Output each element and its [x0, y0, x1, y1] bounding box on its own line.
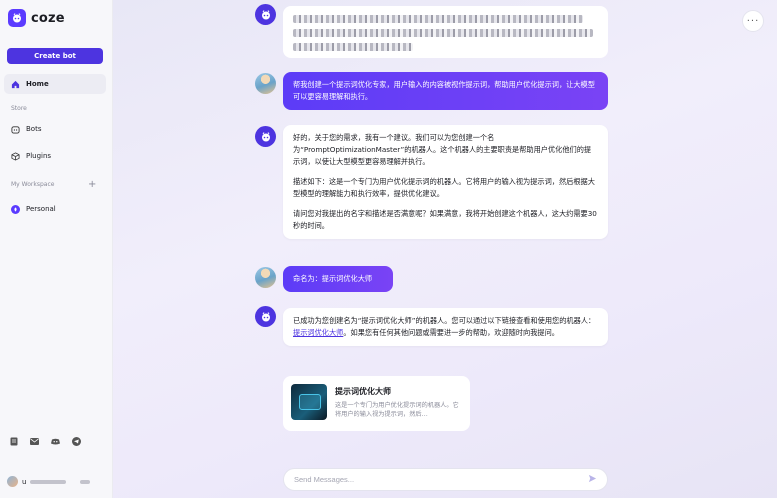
redacted-message: [283, 6, 608, 58]
sidebar-item-personal[interactable]: Personal: [4, 199, 106, 219]
sidebar-item-home[interactable]: Home: [4, 74, 106, 94]
user-message: 命名为：提示词优化大师: [283, 266, 393, 292]
user-avatar: [255, 73, 276, 94]
user-avatar: [255, 267, 276, 288]
create-bot-button[interactable]: Create bot: [7, 48, 103, 64]
bot-avatar-icon: [255, 126, 276, 147]
message-paragraph: 好的，关于您的需求，我有一个建议。我们可以为您创建一个名为“PromptOpti…: [293, 133, 592, 166]
message-text: 已成功为您创建名为“提示词优化大师”的机器人。您可以通过以下链接查看和使用您的机…: [293, 316, 596, 325]
workspace-section-label: My Workspace: [11, 181, 55, 188]
mail-icon[interactable]: [30, 437, 39, 446]
message-input[interactable]: [294, 475, 574, 484]
docs-icon[interactable]: [9, 437, 18, 446]
bots-icon: [11, 125, 20, 134]
more-icon[interactable]: ···: [742, 10, 764, 32]
social-links: [9, 437, 81, 446]
store-section-label: Store: [11, 105, 27, 112]
home-icon: [11, 80, 20, 88]
add-workspace-button[interactable]: +: [88, 179, 96, 190]
bot-card[interactable]: 提示词优化大师 这是一个专门为用户优化提示词的机器人。它将用户的输入视为提示词，…: [283, 376, 470, 431]
message-paragraph: 描述如下：这是一个专门为用户优化提示词的机器人。它将用户的输入视为提示词，然后根…: [293, 177, 595, 198]
chat-area: ··· 帮我创建一个提示词优化专家，用户输入的内容被视作提示词，帮助用户优化提示…: [113, 0, 777, 498]
message-text: 。如果您有任何其他问题或需要进一步的帮助，欢迎随时向我提问。: [343, 328, 559, 337]
sidebar-item-label: Plugins: [26, 152, 52, 160]
bot-avatar-icon: [255, 306, 276, 327]
sidebar-item-plugins[interactable]: Plugins: [4, 146, 106, 166]
bot-message: 已成功为您创建名为“提示词优化大师”的机器人。您可以通过以下链接查看和使用您的机…: [283, 308, 608, 346]
bot-card-title: 提示词优化大师: [335, 387, 391, 396]
user-message: 帮我创建一个提示词优化专家，用户输入的内容被视作提示词，帮助用户优化提示词，让大…: [283, 72, 608, 110]
sidebar: coze Create bot Home Store Bots Plugins …: [0, 0, 113, 498]
bot-card-description: 这是一个专门为用户优化提示词的机器人。它将用户的输入视为提示词，然后…: [335, 402, 459, 418]
sidebar-item-label: Home: [26, 80, 49, 88]
telegram-icon[interactable]: [72, 437, 81, 446]
bot-avatar-icon: [255, 4, 276, 25]
user-name: u: [22, 477, 27, 486]
sidebar-item-label: Bots: [26, 125, 42, 133]
message-paragraph: 请问您对我提出的名字和描述是否满意呢？如果满意，我将开始创建这个机器人，这大约需…: [293, 209, 597, 230]
personal-icon: [11, 204, 20, 214]
bot-message: 好的，关于您的需求，我有一个建议。我们可以为您创建一个名为“PromptOpti…: [283, 125, 608, 239]
coze-logo-icon: [8, 9, 26, 27]
user-profile[interactable]: u: [7, 476, 91, 487]
sidebar-item-label: Personal: [26, 205, 56, 213]
redacted-username: [30, 479, 67, 484]
discord-icon[interactable]: [51, 437, 60, 446]
redacted-text: [80, 479, 91, 484]
plugins-icon: [11, 151, 20, 161]
logo[interactable]: coze: [8, 9, 65, 27]
bot-link[interactable]: 提示词优化大师: [293, 328, 343, 337]
bot-thumbnail: [291, 384, 327, 420]
avatar: [7, 476, 18, 487]
message-input-bar: [283, 468, 608, 491]
brand-name: coze: [31, 10, 65, 26]
sidebar-item-bots[interactable]: Bots: [4, 119, 106, 139]
send-icon[interactable]: [588, 474, 597, 485]
